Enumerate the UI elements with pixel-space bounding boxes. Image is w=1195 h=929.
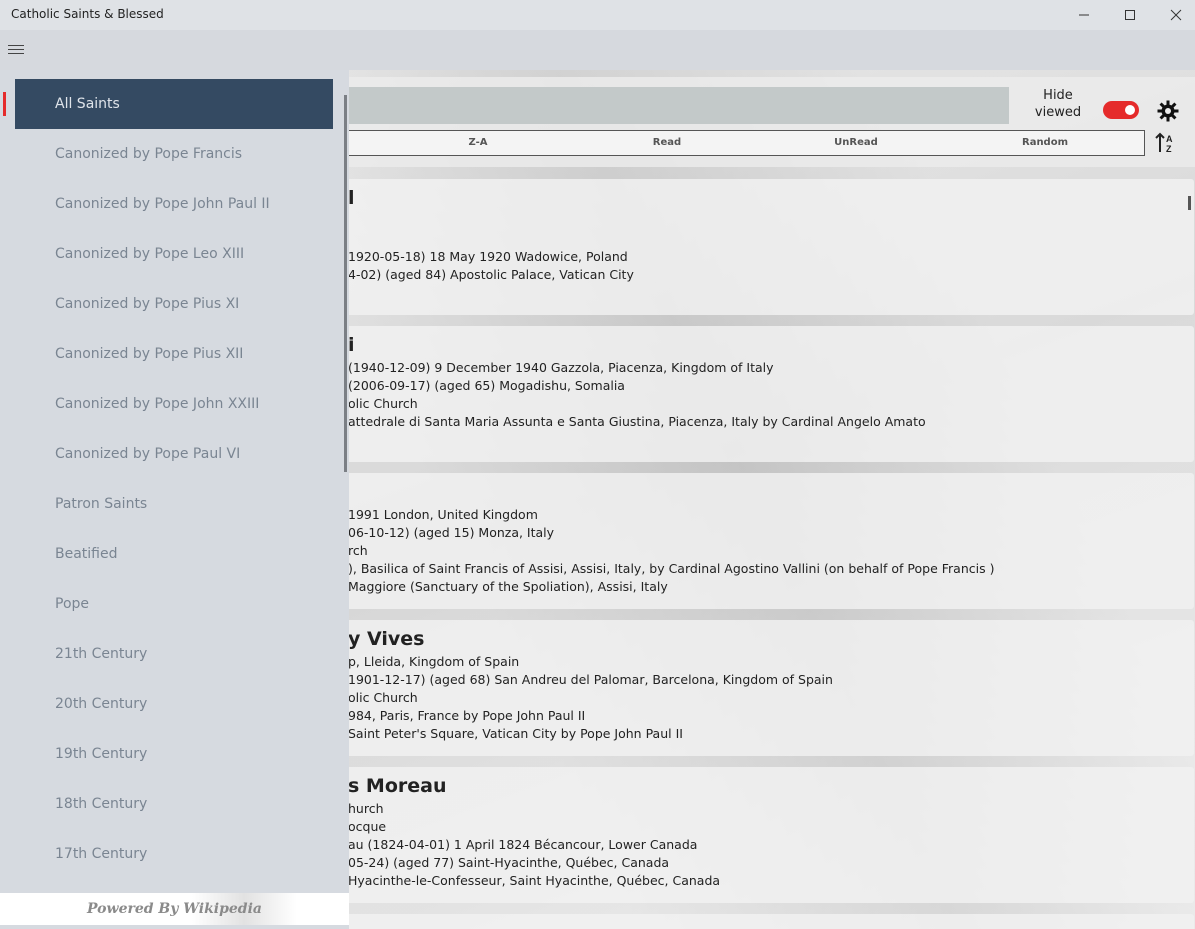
minimize-button[interactable] [1061,0,1107,30]
saint-card[interactable]: l 1920-05-18) 18 May 1920 Wadowice, Pola… [340,179,1194,315]
maximize-icon [1125,10,1135,20]
minimize-icon [1079,14,1089,16]
saint-card[interactable] [340,914,1194,929]
saint-detail: (1940-12-09) 9 December 1940 Gazzola, Pi… [348,360,774,375]
sort-read[interactable]: Read [653,137,681,148]
sort-direction-button[interactable]: A Z [1155,131,1177,155]
saint-card[interactable]: 1991 London, United Kingdom 06-10-12) (a… [340,473,1194,609]
close-button[interactable] [1153,0,1195,30]
saint-detail: Hyacinthe-le-Confesseur, Saint Hyacinthe… [348,873,721,888]
saint-card[interactable]: y Vives p, Lleida, Kingdom of Spain 1901… [340,620,1194,756]
hide-viewed-toggle[interactable] [1103,101,1139,119]
saint-detail: 984, Paris, France by Pope John Paul II [348,708,586,723]
nav-item-pope[interactable]: Pope [15,579,333,629]
saint-detail: olic Church [348,690,418,705]
nav-item-patron-saints[interactable]: Patron Saints [15,479,333,529]
navigation-drawer: All Saints Canonized by Pope Francis Can… [0,70,349,929]
nav-item-pope-pius-xii[interactable]: Canonized by Pope Pius XII [15,329,333,379]
nav-item-18th-century[interactable]: 18th Century [15,779,333,829]
nav-item-all-saints[interactable]: All Saints [15,79,333,129]
close-icon [1170,9,1182,21]
nav-item-17th-century[interactable]: 17th Century [15,829,333,879]
sort-za[interactable]: Z-A [469,137,488,148]
saint-card[interactable]: s Moreau hurch ocque au (1824-04-01) 1 A… [340,767,1194,903]
saint-detail: hurch [348,801,384,816]
hide-viewed-label: Hide viewed [1034,88,1082,120]
saint-detail: 05-24) (aged 77) Saint-Hyacinthe, Québec… [348,855,670,870]
nav-item-20th-century[interactable]: 20th Century [15,679,333,729]
nav-item-pope-john-paul-ii[interactable]: Canonized by Pope John Paul II [15,179,333,229]
saint-detail: 06-10-12) (aged 15) Monza, Italy [348,525,555,540]
content-scrollbar[interactable] [1188,196,1191,210]
saint-name: s Moreau [348,775,447,797]
saint-detail: 1920-05-18) 18 May 1920 Wadowice, Poland [348,249,628,264]
saint-detail: au (1824-04-01) 1 April 1824 Bécancour, … [348,837,698,852]
saint-card[interactable]: i (1940-12-09) 9 December 1940 Gazzola, … [340,326,1194,462]
saint-detail: ), Basilica of Saint Francis of Assisi, … [348,561,995,576]
sort-unread[interactable]: UnRead [834,137,878,148]
saint-detail: p, Lleida, Kingdom of Spain [348,654,520,669]
maximize-button[interactable] [1107,0,1153,30]
search-panel: Hide viewed Z-A Read UnRead Random A Z [340,77,1195,167]
svg-text:Z: Z [1166,144,1172,154]
title-bar: Catholic Saints & Blessed [0,0,1195,30]
nav-item-19th-century[interactable]: 19th Century [15,729,333,779]
powered-by-wikipedia[interactable]: Powered By Wikipedia [0,893,349,925]
active-indicator [3,92,6,116]
sort-ascending-icon: A Z [1155,132,1173,154]
saint-detail: Saint Peter's Square, Vatican City by Po… [348,726,683,741]
sort-random[interactable]: Random [1022,137,1068,148]
saint-detail: (2006-09-17) (aged 65) Mogadishu, Somali… [348,378,625,393]
nav-item-pope-paul-vi[interactable]: Canonized by Pope Paul VI [15,429,333,479]
settings-button[interactable] [1156,99,1180,123]
saint-detail: ocque [348,819,387,834]
nav-item-pope-francis[interactable]: Canonized by Pope Francis [15,129,333,179]
drawer-scrollbar[interactable] [344,95,347,472]
nav-item-21th-century[interactable]: 21th Century [15,629,333,679]
saint-detail: olic Church [348,396,418,411]
nav-item-beatified[interactable]: Beatified [15,529,333,579]
saint-detail: 1901-12-17) (aged 68) San Andreu del Pal… [348,672,833,687]
nav-item-pope-pius-xi[interactable]: Canonized by Pope Pius XI [15,279,333,329]
nav-item-pope-john-xxiii[interactable]: Canonized by Pope John XXIII [15,379,333,429]
nav-item-pope-leo-xiii[interactable]: Canonized by Pope Leo XIII [15,229,333,279]
search-input[interactable] [340,87,1009,124]
saint-detail: attedrale di Santa Maria Assunta e Santa… [348,414,926,429]
gear-icon [1157,100,1179,122]
hamburger-icon [8,44,24,46]
menu-toggle-button[interactable] [8,38,30,60]
saint-detail: rch [348,543,368,558]
saint-detail: Maggiore (Sanctuary of the Spoliation), … [348,579,668,594]
saint-name: y Vives [348,628,425,650]
saint-detail: 4-02) (aged 84) Apostolic Palace, Vatica… [348,267,634,282]
svg-text:A: A [1166,134,1173,144]
app-title: Catholic Saints & Blessed [11,7,164,21]
sort-bar: Z-A Read UnRead Random [340,130,1145,156]
saint-detail: 1991 London, United Kingdom [348,507,538,522]
